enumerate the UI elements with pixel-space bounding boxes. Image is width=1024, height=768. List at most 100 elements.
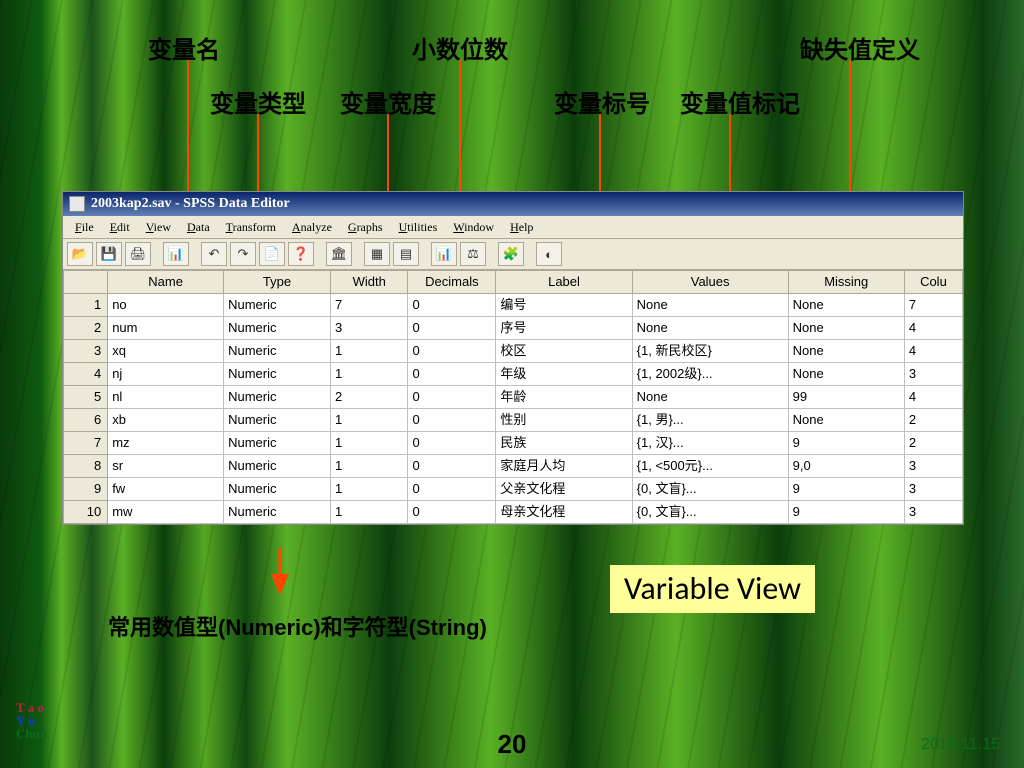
table-row[interactable]: 4njNumeric10年级{1, 2002级}...None3: [64, 363, 963, 386]
cell-name[interactable]: mz: [108, 432, 224, 455]
col-header-label[interactable]: Label: [496, 271, 632, 294]
cell-missing[interactable]: None: [788, 340, 904, 363]
cell-label[interactable]: 年龄: [496, 386, 632, 409]
cell-col[interactable]: 3: [904, 363, 962, 386]
table-row[interactable]: 8srNumeric10家庭月人均{1, <500元}...9,03: [64, 455, 963, 478]
row-header[interactable]: 10: [64, 501, 108, 524]
cell-values[interactable]: {0, 文盲}...: [632, 501, 788, 524]
toolbar-btn-2[interactable]: 🖨: [125, 242, 151, 266]
row-header[interactable]: 6: [64, 409, 108, 432]
table-row[interactable]: 10mwNumeric10母亲文化程{0, 文盲}...93: [64, 501, 963, 524]
cell-values[interactable]: {0, 文盲}...: [632, 478, 788, 501]
cell-width[interactable]: 1: [330, 340, 407, 363]
cell-missing[interactable]: None: [788, 294, 904, 317]
toolbar-btn-7[interactable]: ↷: [230, 242, 256, 266]
cell-values[interactable]: None: [632, 386, 788, 409]
cell-col[interactable]: 2: [904, 409, 962, 432]
cell-label[interactable]: 家庭月人均: [496, 455, 632, 478]
cell-type[interactable]: Numeric: [224, 317, 331, 340]
cell-type[interactable]: Numeric: [224, 455, 331, 478]
cell-name[interactable]: num: [108, 317, 224, 340]
cell-type[interactable]: Numeric: [224, 501, 331, 524]
cell-type[interactable]: Numeric: [224, 340, 331, 363]
menu-window[interactable]: Window: [445, 216, 502, 238]
toolbar-btn-14[interactable]: ▤: [393, 242, 419, 266]
cell-width[interactable]: 1: [330, 501, 407, 524]
cell-type[interactable]: Numeric: [224, 478, 331, 501]
cell-width[interactable]: 7: [330, 294, 407, 317]
cell-width[interactable]: 3: [330, 317, 407, 340]
menu-transform[interactable]: Transform: [218, 216, 284, 238]
cell-dec[interactable]: 0: [408, 501, 496, 524]
toolbar-btn-17[interactable]: ⚖: [460, 242, 486, 266]
menu-view[interactable]: View: [138, 216, 179, 238]
cell-width[interactable]: 1: [330, 455, 407, 478]
cell-col[interactable]: 4: [904, 340, 962, 363]
cell-dec[interactable]: 0: [408, 455, 496, 478]
cell-label[interactable]: 母亲文化程: [496, 501, 632, 524]
toolbar[interactable]: 📂💾🖨📊↶↷📄❓🏛▦▤📊⚖🧩◐: [63, 239, 963, 270]
cell-dec[interactable]: 0: [408, 294, 496, 317]
cell-width[interactable]: 1: [330, 432, 407, 455]
toolbar-btn-13[interactable]: ▦: [364, 242, 390, 266]
menu-edit[interactable]: Edit: [102, 216, 138, 238]
menu-analyze[interactable]: Analyze: [284, 216, 340, 238]
row-header[interactable]: 2: [64, 317, 108, 340]
cell-col[interactable]: 7: [904, 294, 962, 317]
col-header-values[interactable]: Values: [632, 271, 788, 294]
cell-width[interactable]: 1: [330, 409, 407, 432]
row-header[interactable]: 3: [64, 340, 108, 363]
cell-values[interactable]: {1, 男}...: [632, 409, 788, 432]
cell-dec[interactable]: 0: [408, 386, 496, 409]
col-header-type[interactable]: Type: [224, 271, 331, 294]
toolbar-btn-19[interactable]: 🧩: [498, 242, 524, 266]
cell-dec[interactable]: 0: [408, 363, 496, 386]
cell-label[interactable]: 年级: [496, 363, 632, 386]
cell-values[interactable]: None: [632, 294, 788, 317]
toolbar-btn-21[interactable]: ◐: [536, 242, 562, 266]
menu-help[interactable]: Help: [502, 216, 541, 238]
cell-dec[interactable]: 0: [408, 409, 496, 432]
window-titlebar[interactable]: 2003kap2.sav - SPSS Data Editor: [63, 192, 963, 216]
toolbar-btn-0[interactable]: 📂: [67, 242, 93, 266]
cell-missing[interactable]: None: [788, 363, 904, 386]
cell-name[interactable]: xb: [108, 409, 224, 432]
toolbar-btn-16[interactable]: 📊: [431, 242, 457, 266]
cell-missing[interactable]: None: [788, 317, 904, 340]
cell-label[interactable]: 序号: [496, 317, 632, 340]
cell-width[interactable]: 2: [330, 386, 407, 409]
col-header-width[interactable]: Width: [330, 271, 407, 294]
row-header[interactable]: 8: [64, 455, 108, 478]
row-header[interactable]: 1: [64, 294, 108, 317]
cell-label[interactable]: 校区: [496, 340, 632, 363]
cell-missing[interactable]: 9,0: [788, 455, 904, 478]
toolbar-btn-8[interactable]: 📄: [259, 242, 285, 266]
cell-col[interactable]: 4: [904, 386, 962, 409]
toolbar-btn-6[interactable]: ↶: [201, 242, 227, 266]
row-header[interactable]: 9: [64, 478, 108, 501]
table-row[interactable]: 5nlNumeric20年龄None994: [64, 386, 963, 409]
cell-dec[interactable]: 0: [408, 340, 496, 363]
cell-col[interactable]: 2: [904, 432, 962, 455]
table-row[interactable]: 2numNumeric30序号NoneNone4: [64, 317, 963, 340]
cell-name[interactable]: xq: [108, 340, 224, 363]
toolbar-btn-4[interactable]: 📊: [163, 242, 189, 266]
cell-name[interactable]: sr: [108, 455, 224, 478]
cell-col[interactable]: 3: [904, 455, 962, 478]
toolbar-btn-11[interactable]: 🏛: [326, 242, 352, 266]
cell-name[interactable]: nj: [108, 363, 224, 386]
menu-file[interactable]: File: [67, 216, 102, 238]
toolbar-btn-1[interactable]: 💾: [96, 242, 122, 266]
row-header[interactable]: 7: [64, 432, 108, 455]
cell-col[interactable]: 3: [904, 501, 962, 524]
col-header-decimals[interactable]: Decimals: [408, 271, 496, 294]
cell-type[interactable]: Numeric: [224, 409, 331, 432]
cell-values[interactable]: {1, 新民校区}: [632, 340, 788, 363]
col-header-name[interactable]: Name: [108, 271, 224, 294]
cell-col[interactable]: 3: [904, 478, 962, 501]
col-header-colu[interactable]: Colu: [904, 271, 962, 294]
cell-values[interactable]: {1, 2002级}...: [632, 363, 788, 386]
cell-dec[interactable]: 0: [408, 478, 496, 501]
toolbar-btn-9[interactable]: ❓: [288, 242, 314, 266]
cell-missing[interactable]: 9: [788, 501, 904, 524]
